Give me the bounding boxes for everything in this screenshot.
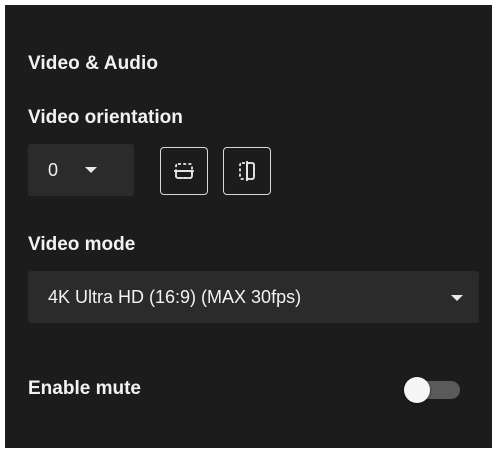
enable-mute-toggle[interactable] [404,377,462,403]
orientation-select[interactable]: 0 [28,144,134,196]
orientation-select-value: 0 [48,160,59,180]
flip-vertical-icon [239,161,255,181]
flip-horizontal-icon [174,163,194,179]
video-mode-label: Video mode [28,234,136,255]
video-audio-panel: Video & Audio Video orientation 0 Video … [5,5,492,448]
toggle-thumb [404,377,430,403]
video-orientation-label: Video orientation [28,107,183,128]
flip-vertical-button[interactable] [223,147,271,195]
chevron-down-icon [85,167,97,173]
video-mode-select-value: 4K Ultra HD (16:9) (MAX 30fps) [48,287,302,307]
flip-horizontal-button[interactable] [160,147,208,195]
video-mode-select[interactable]: 4K Ultra HD (16:9) (MAX 30fps) [28,271,479,323]
chevron-down-icon [451,295,463,301]
section-title: Video & Audio [28,53,159,74]
enable-mute-label: Enable mute [28,378,141,399]
